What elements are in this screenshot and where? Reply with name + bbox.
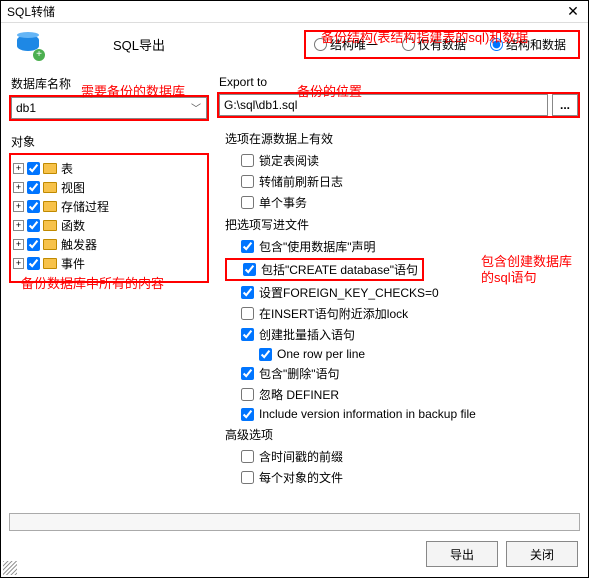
option-checkbox[interactable] (241, 408, 254, 421)
close-button[interactable]: 关闭 (506, 541, 578, 567)
expand-icon[interactable]: + (13, 163, 24, 174)
option-checkbox[interactable] (241, 388, 254, 401)
expand-icon[interactable]: + (13, 182, 24, 193)
window-title: SQL转储 (7, 3, 55, 20)
tree-checkbox[interactable] (27, 200, 40, 213)
option-row[interactable]: 每个对象的文件 (225, 467, 580, 487)
tree-label: 表 (61, 160, 73, 177)
option-row[interactable]: 单个事务 (225, 192, 580, 213)
radio-label: 结构和数据 (506, 36, 566, 53)
expand-icon[interactable]: + (13, 239, 24, 250)
object-tree[interactable]: +表+视图+存储过程+函数+触发器+事件 (9, 153, 209, 283)
option-row[interactable]: 包含"使用数据库"声明 (225, 236, 580, 257)
option-label: 忽略 DEFINER (259, 386, 339, 403)
option-row[interactable]: 含时间戳的前缀 (225, 446, 580, 467)
tree-item[interactable]: + 存储过程 (13, 197, 205, 216)
resize-handle[interactable] (3, 561, 17, 575)
browse-button[interactable]: ... (552, 94, 578, 116)
folder-icon (43, 239, 57, 250)
dialog-heading: SQL导出 (113, 35, 165, 54)
tree-item[interactable]: + 视图 (13, 178, 205, 197)
option-label: Include version information in backup fi… (259, 407, 476, 421)
tree-checkbox[interactable] (27, 162, 40, 175)
option-checkbox[interactable] (241, 196, 254, 209)
option-checkbox[interactable] (241, 450, 254, 463)
folder-icon (43, 201, 57, 212)
option-row[interactable]: 忽略 DEFINER (225, 384, 580, 405)
option-label: 每个对象的文件 (259, 469, 343, 486)
expand-icon[interactable]: + (13, 201, 24, 212)
tree-item[interactable]: + 触发器 (13, 235, 205, 254)
option-checkbox[interactable] (241, 175, 254, 188)
export-button[interactable]: 导出 (426, 541, 498, 567)
radio-label: 结构唯一 (330, 36, 378, 53)
expand-icon[interactable]: + (13, 258, 24, 269)
tree-checkbox[interactable] (27, 181, 40, 194)
database-name-label: 数据库名称 (11, 75, 209, 92)
option-checkbox[interactable] (259, 348, 272, 361)
tree-checkbox[interactable] (27, 219, 40, 232)
option-label: 锁定表阅读 (259, 152, 319, 169)
option-label: 包含"删除"语句 (259, 365, 340, 382)
folder-icon (43, 182, 57, 193)
option-checkbox[interactable] (241, 471, 254, 484)
option-row[interactable]: 在INSERT语句附近添加lock (225, 303, 580, 324)
option-label: 设置FOREIGN_KEY_CHECKS=0 (259, 284, 439, 301)
option-label: 单个事务 (259, 194, 307, 211)
expand-icon[interactable]: + (13, 220, 24, 231)
folder-icon (43, 163, 57, 174)
tree-label: 触发器 (61, 236, 97, 253)
database-select[interactable]: db1 (11, 97, 207, 119)
option-checkbox[interactable] (241, 328, 254, 341)
option-checkbox[interactable] (241, 307, 254, 320)
export-path-input[interactable] (219, 94, 548, 116)
option-label: 包含"使用数据库"声明 (259, 238, 376, 255)
progress-bar (9, 513, 580, 531)
options-panel: 选项在源数据上有效锁定表阅读转储前刷新日志单个事务把选项写进文件包含"使用数据库… (217, 127, 580, 487)
option-label: 含时间戳的前缀 (259, 448, 343, 465)
tree-label: 存储过程 (61, 198, 109, 215)
group-title: 选项在源数据上有效 (225, 130, 580, 147)
option-checkbox[interactable] (241, 286, 254, 299)
option-checkbox[interactable] (241, 367, 254, 380)
tree-checkbox[interactable] (27, 238, 40, 251)
option-checkbox[interactable] (241, 154, 254, 167)
tree-label: 视图 (61, 179, 85, 196)
group-title: 把选项写进文件 (225, 216, 580, 233)
option-row[interactable]: 锁定表阅读 (225, 150, 580, 171)
folder-icon (43, 220, 57, 231)
option-row[interactable]: Include version information in backup fi… (225, 405, 580, 423)
option-row[interactable]: 包含"删除"语句 (225, 363, 580, 384)
radio-structure-and-data[interactable]: 结构和数据 (490, 36, 566, 53)
option-label: 包括"CREATE database"语句 (261, 261, 418, 278)
export-to-label: Export to (219, 75, 580, 89)
option-row[interactable]: 创建批量插入语句 (225, 324, 580, 345)
option-row[interactable]: 设置FOREIGN_KEY_CHECKS=0 (225, 282, 580, 303)
option-row[interactable]: 包括"CREATE database"语句 (225, 258, 424, 281)
tree-label: 事件 (61, 255, 85, 272)
database-icon: + (15, 31, 43, 59)
group-title: 高级选项 (225, 426, 580, 443)
option-checkbox[interactable] (241, 240, 254, 253)
tree-item[interactable]: + 函数 (13, 216, 205, 235)
radio-data-only[interactable]: 仅有数据 (402, 36, 466, 53)
tree-item[interactable]: +表 (13, 159, 205, 178)
option-label: 转储前刷新日志 (259, 173, 343, 190)
option-row[interactable]: One row per line (225, 345, 580, 363)
option-label: 创建批量插入语句 (259, 326, 355, 343)
close-icon[interactable]: ✕ (558, 3, 588, 20)
option-label: 在INSERT语句附近添加lock (259, 305, 408, 322)
option-label: One row per line (277, 347, 365, 361)
option-checkbox[interactable] (243, 263, 256, 276)
tree-checkbox[interactable] (27, 257, 40, 270)
tree-item[interactable]: + 事件 (13, 254, 205, 273)
tree-label: 函数 (61, 217, 85, 234)
radio-label: 仅有数据 (418, 36, 466, 53)
radio-structure-only[interactable]: 结构唯一 (314, 36, 378, 53)
option-row[interactable]: 转储前刷新日志 (225, 171, 580, 192)
folder-icon (43, 258, 57, 269)
object-label: 对象 (11, 133, 209, 150)
